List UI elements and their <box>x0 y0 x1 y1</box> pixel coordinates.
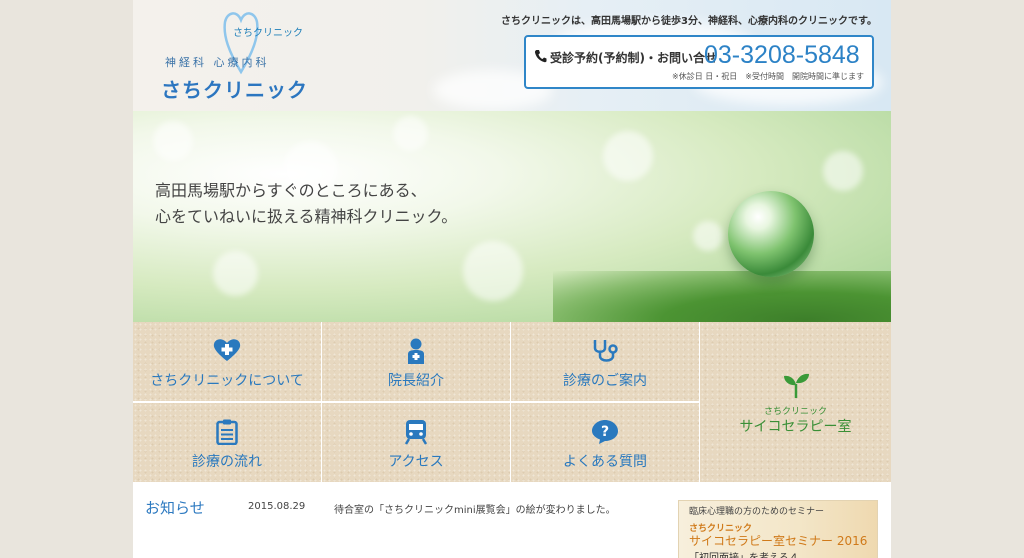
site-header: さちクリニック 神経科 心療内科 さちクリニック さちクリニックは、高田馬場駅か… <box>133 0 891 111</box>
nav-label: サイコセラピー室 <box>739 419 852 435</box>
site-logo[interactable]: さちクリニック 神経科 心療内科 さちクリニック <box>161 4 311 104</box>
contact-label: 受診予約(予約制)・お問い合せ <box>550 51 717 65</box>
sprout-icon <box>783 373 809 398</box>
contact-note: ※休診日 日・祝日 ※受付時間 開院時間に準じます <box>672 72 864 81</box>
bokeh-decoration <box>693 221 723 251</box>
logo-subtitle: 神経科 心療内科 <box>165 56 270 69</box>
nav-access[interactable]: アクセス <box>322 403 511 483</box>
doctor-icon <box>408 338 424 364</box>
news-link[interactable]: 待合室の「さちクリニックmini展覧会」の絵が変わりました。 <box>334 501 616 516</box>
moss-image <box>553 271 891 322</box>
banner-line-4: 「初回面接」を考える４ <box>689 549 799 558</box>
page: さちクリニック 神経科 心療内科 さちクリニック さちクリニックは、高田馬場駅か… <box>133 0 891 558</box>
nav-label: よくある質問 <box>563 454 647 470</box>
bokeh-decoration <box>823 151 863 191</box>
train-icon <box>404 420 428 445</box>
seminar-banner[interactable]: 臨床心理職の方のためのセミナー さちクリニック サイコセラピー室セミナー 201… <box>678 500 878 558</box>
phone-number[interactable]: 03-3208-5848 <box>704 41 860 70</box>
header-tagline: さちクリニックは、高田馬場駅から徒歩3分、神経科、心療内科のクリニックです。 <box>501 16 877 27</box>
bokeh-decoration <box>603 131 653 181</box>
hero-headline-1: 高田馬場駅からすぐのところにある、 <box>155 181 427 200</box>
nav-about[interactable]: さちクリニックについて <box>133 322 322 402</box>
bokeh-decoration <box>153 121 193 161</box>
nav-faq[interactable]: ? よくある質問 <box>511 403 700 483</box>
main-nav: さちクリニックについて 院長紹介 診療のご案内 診療の流れ アクセス ? よくあ… <box>133 322 891 484</box>
logo-small-text: さちクリニック <box>233 28 303 39</box>
nav-label: さちクリニックについて <box>150 373 304 389</box>
heart-cross-icon <box>213 339 241 361</box>
nav-label: 診療の流れ <box>192 454 262 470</box>
hero-headline-2: 心をていねいに扱える精神科クリニック。 <box>155 207 458 226</box>
nav-services[interactable]: 診療のご案内 <box>511 322 700 402</box>
nav-therapy-room[interactable]: さちクリニック サイコセラピー室 <box>700 322 891 483</box>
logo-name: さちクリニック <box>161 78 308 102</box>
banner-line-1: 臨床心理職の方のためのセミナー <box>689 507 825 517</box>
stethoscope-icon <box>593 340 618 362</box>
news-date: 2015.08.29 <box>248 501 306 512</box>
question-icon: ? <box>592 420 618 444</box>
hero-image: 高田馬場駅からすぐのところにある、 心をていねいに扱える精神科クリニック。 <box>133 111 891 322</box>
bokeh-decoration <box>213 251 258 296</box>
svg-text:?: ? <box>601 424 609 440</box>
nav-flow[interactable]: 診療の流れ <box>133 403 322 483</box>
banner-line-3: サイコセラピー室セミナー 2016 <box>689 534 868 548</box>
news-heading: お知らせ <box>145 499 205 517</box>
clipboard-icon <box>216 419 238 445</box>
bokeh-decoration <box>393 116 428 151</box>
nav-director[interactable]: 院長紹介 <box>322 322 511 402</box>
nav-label: 院長紹介 <box>388 373 444 389</box>
glass-sphere-image <box>728 191 814 277</box>
nav-label: 診療のご案内 <box>563 373 647 389</box>
bokeh-decoration <box>463 241 523 301</box>
nav-label: アクセス <box>388 454 444 470</box>
contact-box[interactable]: 受診予約(予約制)・お問い合せ 03-3208-5848 ※休診日 日・祝日 ※… <box>524 35 874 89</box>
phone-icon <box>534 50 547 63</box>
